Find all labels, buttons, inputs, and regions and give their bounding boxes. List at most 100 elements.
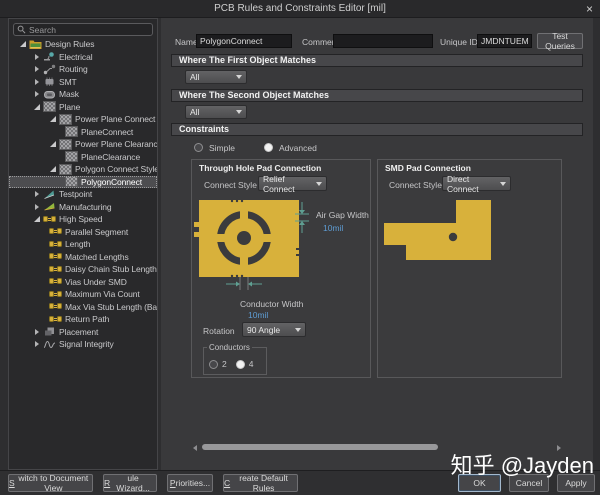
- switch-to-document-view-button[interactable]: Switch to Document View: [8, 474, 93, 492]
- tree-item-plane[interactable]: Plane: [9, 101, 157, 114]
- signal-integrity-icon: [43, 339, 56, 350]
- collapse-arrow-icon[interactable]: [49, 114, 59, 124]
- tree-item-label: Polygon Connect Style: [75, 164, 157, 174]
- tree-item-label: Matched Lengths: [65, 252, 129, 262]
- tree-item-placement[interactable]: Placement: [9, 326, 157, 339]
- expand-arrow-icon[interactable]: [33, 189, 43, 199]
- tree-item-high-speed[interactable]: High Speed: [9, 213, 157, 226]
- tree-item-max-via-stub-length-back-drillin[interactable]: Max Via Stub Length (Back Drillin: [9, 301, 157, 314]
- conductors-2-label: 2: [222, 359, 227, 369]
- create-default-rules-button[interactable]: Create Default Rules: [223, 474, 298, 492]
- routing-icon: [43, 64, 56, 75]
- expand-arrow-icon[interactable]: [33, 339, 43, 349]
- tree-item-electrical[interactable]: Electrical: [9, 51, 157, 64]
- simple-radio[interactable]: [194, 143, 203, 152]
- tree-item-label: PlaneClearance: [81, 152, 140, 162]
- highspeed-icon: [49, 251, 62, 262]
- air-gap-width-value: 10mil: [323, 223, 343, 233]
- close-icon[interactable]: ×: [586, 1, 593, 17]
- conductors-2-radio[interactable]: [209, 360, 218, 369]
- expand-arrow-icon[interactable]: [33, 52, 43, 62]
- second-object-scope-dropdown[interactable]: All: [185, 105, 247, 119]
- plane-icon: [65, 176, 78, 187]
- collapse-arrow-icon[interactable]: [33, 214, 43, 224]
- tree-item-planeconnect[interactable]: PlaneConnect: [9, 126, 157, 139]
- rotation-dropdown[interactable]: 90 Angle: [242, 322, 306, 337]
- tree-item-mask[interactable]: Mask: [9, 88, 157, 101]
- tree-item-polygon-connect-style[interactable]: Polygon Connect Style: [9, 163, 157, 176]
- tree-item-polygonconnect[interactable]: PolygonConnect: [9, 176, 157, 189]
- placement-icon: [43, 326, 56, 337]
- comment-input[interactable]: [333, 34, 433, 48]
- plane-icon: [59, 164, 72, 175]
- advanced-radio[interactable]: [264, 143, 273, 152]
- unique-id-label: Unique ID: [440, 37, 478, 47]
- rotation-value: 90 Angle: [247, 325, 280, 335]
- search-input[interactable]: [29, 25, 149, 35]
- direct-connect-preview: [378, 194, 498, 266]
- expand-arrow-icon[interactable]: [33, 202, 43, 212]
- tree-item-label: Length: [65, 239, 90, 249]
- conductor-width-label: Conductor Width: [240, 299, 303, 309]
- pcb-rules-dialog: PCB Rules and Constraints Editor [mil] ×…: [0, 0, 600, 495]
- tree-item-vias-under-smd[interactable]: Vias Under SMD: [9, 276, 157, 289]
- collapse-arrow-icon[interactable]: [49, 139, 59, 149]
- chevron-down-icon: [236, 75, 242, 79]
- air-gap-width-label: Air Gap Width: [316, 210, 369, 220]
- tree-item-planeclearance[interactable]: PlaneClearance: [9, 151, 157, 164]
- conductors-4-radio[interactable]: [236, 360, 245, 369]
- expand-arrow-icon[interactable]: [33, 64, 43, 74]
- name-input[interactable]: [196, 34, 292, 48]
- tree-item-matched-lengths[interactable]: Matched Lengths: [9, 251, 157, 264]
- tree-item-label: Daisy Chain Stub Length: [65, 264, 157, 274]
- conductor-width-value: 10mil: [248, 310, 268, 320]
- chevron-down-icon: [316, 182, 322, 186]
- constraints-header: Constraints: [171, 123, 583, 136]
- th-connect-style-value: Relief Connect: [263, 174, 316, 194]
- conductors-group: Conductors 2 4: [203, 347, 267, 375]
- unique-id-input[interactable]: [477, 34, 532, 48]
- test-queries-button[interactable]: Test Queries: [537, 33, 583, 49]
- search-icon: [17, 25, 26, 34]
- tree-item-return-path[interactable]: Return Path: [9, 313, 157, 326]
- tree-item-label: SMT: [59, 77, 77, 87]
- collapse-arrow-icon[interactable]: [49, 164, 59, 174]
- expand-arrow-icon[interactable]: [33, 327, 43, 337]
- tree-item-testpoint[interactable]: Testpoint: [9, 188, 157, 201]
- scroll-left-arrow-icon[interactable]: [193, 445, 197, 451]
- th-connect-style-label: Connect Style: [204, 180, 257, 190]
- th-connect-style-dropdown[interactable]: Relief Connect: [258, 176, 327, 191]
- chevron-down-icon: [295, 328, 301, 332]
- tree-item-label: Mask: [59, 89, 79, 99]
- tree-item-maximum-via-count[interactable]: Maximum Via Count: [9, 288, 157, 301]
- tree-item-label: Power Plane Clearance: [75, 139, 157, 149]
- highspeed-icon: [43, 214, 56, 225]
- collapse-arrow-icon[interactable]: [19, 39, 29, 49]
- tree-item-design-rules[interactable]: Design Rules: [9, 38, 157, 51]
- tree-item-daisy-chain-stub-length[interactable]: Daisy Chain Stub Length: [9, 263, 157, 276]
- tree-item-manufacturing[interactable]: Manufacturing: [9, 201, 157, 214]
- dialog-title: PCB Rules and Constraints Editor [mil]: [0, 0, 600, 17]
- tree-item-label: Max Via Stub Length (Back Drillin: [65, 302, 157, 312]
- tree-item-smt[interactable]: SMT: [9, 76, 157, 89]
- search-box[interactable]: [13, 23, 153, 36]
- tree-item-parallel-segment[interactable]: Parallel Segment: [9, 226, 157, 239]
- smd-connect-style-dropdown[interactable]: Direct Connect: [442, 176, 511, 191]
- expand-arrow-icon[interactable]: [33, 77, 43, 87]
- tree-item-power-plane-connect-style[interactable]: Power Plane Connect Style: [9, 113, 157, 126]
- smd-group-title: SMD Pad Connection: [385, 163, 471, 173]
- tree-item-label: Electrical: [59, 52, 92, 62]
- expand-arrow-icon[interactable]: [33, 89, 43, 99]
- rotation-label: Rotation: [203, 326, 235, 336]
- tree-item-power-plane-clearance[interactable]: Power Plane Clearance: [9, 138, 157, 151]
- rule-wizard-button[interactable]: Rule Wizard...: [103, 474, 157, 492]
- priorities-button[interactable]: Priorities...: [167, 474, 213, 492]
- plane-icon: [43, 101, 56, 112]
- tree-item-routing[interactable]: Routing: [9, 63, 157, 76]
- highspeed-icon: [49, 264, 62, 275]
- first-object-scope-dropdown[interactable]: All: [185, 70, 247, 84]
- scrollbar-thumb[interactable]: [202, 444, 438, 450]
- tree-item-length[interactable]: Length: [9, 238, 157, 251]
- collapse-arrow-icon[interactable]: [33, 102, 43, 112]
- tree-item-signal-integrity[interactable]: Signal Integrity: [9, 338, 157, 351]
